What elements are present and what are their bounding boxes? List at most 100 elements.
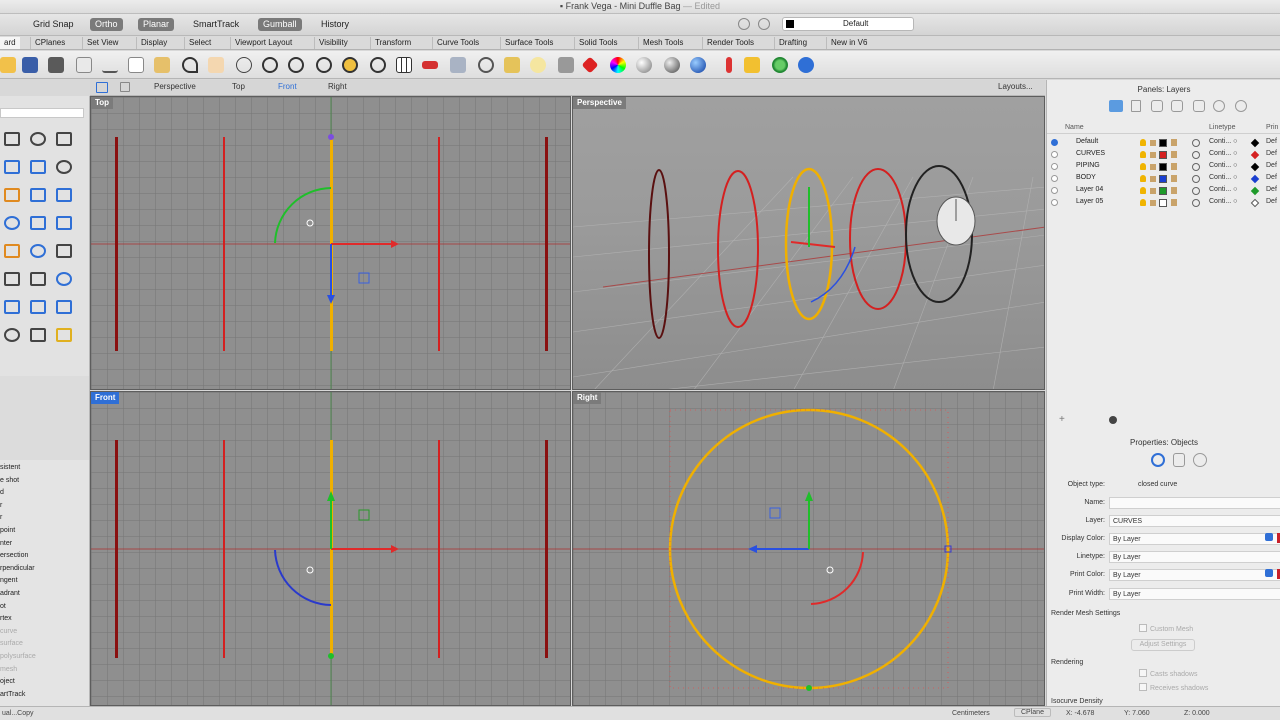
help-icon[interactable]: [798, 57, 814, 73]
tab-cplanes[interactable]: CPlanes: [30, 37, 69, 49]
osnap-item[interactable]: nter: [0, 540, 12, 547]
properties-pin-icon[interactable]: [726, 57, 732, 73]
layer-options-icon[interactable]: [1109, 416, 1117, 424]
control-point[interactable]: [328, 653, 334, 659]
print-color-select[interactable]: By Layer: [1109, 569, 1280, 581]
lock-icon[interactable]: [1150, 164, 1156, 170]
osnap-item[interactable]: sistent: [0, 464, 20, 471]
col-linetype-header[interactable]: Linetype: [1209, 124, 1235, 131]
new-layer-icon[interactable]: [1131, 100, 1141, 112]
gumball-plane-handle[interactable]: [769, 507, 781, 519]
col-name-header[interactable]: Name: [1065, 124, 1084, 131]
select-all-icon[interactable]: [422, 61, 438, 69]
osnap-item[interactable]: curve: [0, 628, 17, 635]
grid-options-icon[interactable]: [450, 57, 466, 73]
open-folder-icon[interactable]: [0, 57, 16, 73]
gumball-rotate-arc[interactable]: [274, 187, 332, 244]
viewport-label-right[interactable]: Right: [573, 392, 602, 404]
current-layer-radio[interactable]: [1051, 151, 1058, 158]
osnap-item[interactable]: mesh: [0, 666, 17, 673]
rendered-sphere-icon[interactable]: [664, 57, 680, 73]
viewport-perspective[interactable]: Perspective: [572, 96, 1045, 390]
viewport-top[interactable]: Top: [90, 96, 571, 390]
trim-icon[interactable]: [30, 272, 46, 286]
gumball-plane-handle[interactable]: [358, 272, 370, 284]
array-icon[interactable]: [56, 300, 72, 314]
command-history[interactable]: ual...Copy: [2, 710, 34, 717]
record-history-icon[interactable]: [738, 18, 750, 30]
name-field[interactable]: [1109, 497, 1280, 509]
print-color-icon[interactable]: [1250, 138, 1260, 148]
tab-transform[interactable]: Transform: [370, 37, 415, 49]
material-ring-icon[interactable]: [1192, 139, 1200, 147]
print-width-select[interactable]: By Layer: [1109, 588, 1280, 600]
layer-linetype[interactable]: Conti... ○: [1209, 198, 1237, 205]
viewport-layout-icon[interactable]: [96, 82, 108, 93]
split-icon[interactable]: [56, 272, 72, 286]
tab-curve-tools[interactable]: Curve Tools: [432, 37, 483, 49]
viewport-label-top[interactable]: Top: [91, 97, 114, 109]
viewport-tab-perspective[interactable]: Perspective: [154, 82, 196, 91]
gumball-rotate-arc[interactable]: [274, 549, 332, 606]
osnap-item[interactable]: e shot: [0, 477, 19, 484]
layer-name[interactable]: BODY: [1076, 174, 1096, 181]
add-layer-button[interactable]: +: [1059, 414, 1065, 425]
viewport-tab-right[interactable]: Right: [328, 82, 347, 91]
rectangle-icon[interactable]: [56, 160, 72, 174]
zoom-extents-icon[interactable]: [316, 57, 332, 73]
gumball-y-arrowhead[interactable]: [327, 295, 335, 304]
light-bulb-icon[interactable]: [530, 57, 546, 73]
osnap-item[interactable]: r: [0, 502, 2, 509]
col-print-header[interactable]: Prin: [1266, 124, 1278, 131]
tab-new-in-v6[interactable]: New in V6: [826, 37, 871, 49]
tab-display[interactable]: Display: [136, 37, 171, 49]
gumball-rotate-arc[interactable]: [810, 551, 864, 605]
print-color-icon[interactable]: [1250, 198, 1260, 208]
select-point-icon[interactable]: [4, 132, 20, 146]
layer-help-icon[interactable]: [1213, 100, 1225, 112]
material-icon[interactable]: [1171, 163, 1177, 170]
extrude-icon[interactable]: [56, 188, 72, 202]
light-bulb-icon[interactable]: [1140, 175, 1146, 182]
sphere-icon[interactable]: [4, 216, 20, 230]
tab-set-view[interactable]: Set View: [82, 37, 122, 49]
rotate-view-icon[interactable]: [236, 57, 252, 73]
join-icon[interactable]: [4, 300, 20, 314]
material-icon[interactable]: [1171, 187, 1177, 194]
material-icon[interactable]: [1171, 199, 1177, 206]
osnap-item[interactable]: rpendicular: [0, 565, 35, 572]
gumball-y-arrowhead[interactable]: [748, 545, 757, 553]
viewport-label-perspective[interactable]: Perspective: [573, 97, 626, 109]
osnap-item[interactable]: r: [0, 514, 2, 521]
surface-icon[interactable]: [30, 188, 46, 202]
layer-print-width[interactable]: Def: [1266, 150, 1277, 157]
chevron-down-icon[interactable]: [1265, 533, 1273, 541]
object-properties-icon[interactable]: [1151, 453, 1165, 467]
lock-icon[interactable]: [1150, 152, 1156, 158]
copy-icon[interactable]: [128, 57, 144, 73]
layer-color-swatch[interactable]: [1159, 151, 1167, 159]
print-color-icon[interactable]: [1250, 174, 1260, 184]
gumball-plane-handle[interactable]: [358, 509, 370, 521]
layer-linetype[interactable]: Conti... ○: [1209, 162, 1237, 169]
material-ring-icon[interactable]: [1192, 175, 1200, 183]
osnap-item[interactable]: adrant: [0, 590, 20, 597]
layer-color-swatch[interactable]: [1159, 187, 1167, 195]
render-properties-icon[interactable]: [1193, 453, 1207, 467]
grasshopper-icon[interactable]: [772, 57, 788, 73]
viewport-right[interactable]: Right: [572, 391, 1045, 706]
osnap-item[interactable]: polysurface: [0, 653, 36, 660]
osnap-item[interactable]: point: [0, 527, 15, 534]
gumball-x-arrowhead[interactable]: [391, 240, 399, 248]
casts-shadows-checkbox[interactable]: Casts shadows: [1139, 669, 1197, 678]
layer-select[interactable]: CURVES: [1109, 515, 1280, 527]
scale-icon[interactable]: [30, 328, 46, 342]
zoom-icon[interactable]: [262, 57, 278, 73]
control-point[interactable]: [328, 134, 334, 140]
material-ring-icon[interactable]: [1192, 187, 1200, 195]
seam-point[interactable]: [806, 685, 812, 691]
tab-surface-tools[interactable]: Surface Tools: [500, 37, 557, 49]
layer-name[interactable]: Layer 04: [1076, 186, 1103, 193]
zoom-all-icon[interactable]: [370, 57, 386, 73]
mirror-icon[interactable]: [4, 328, 20, 342]
